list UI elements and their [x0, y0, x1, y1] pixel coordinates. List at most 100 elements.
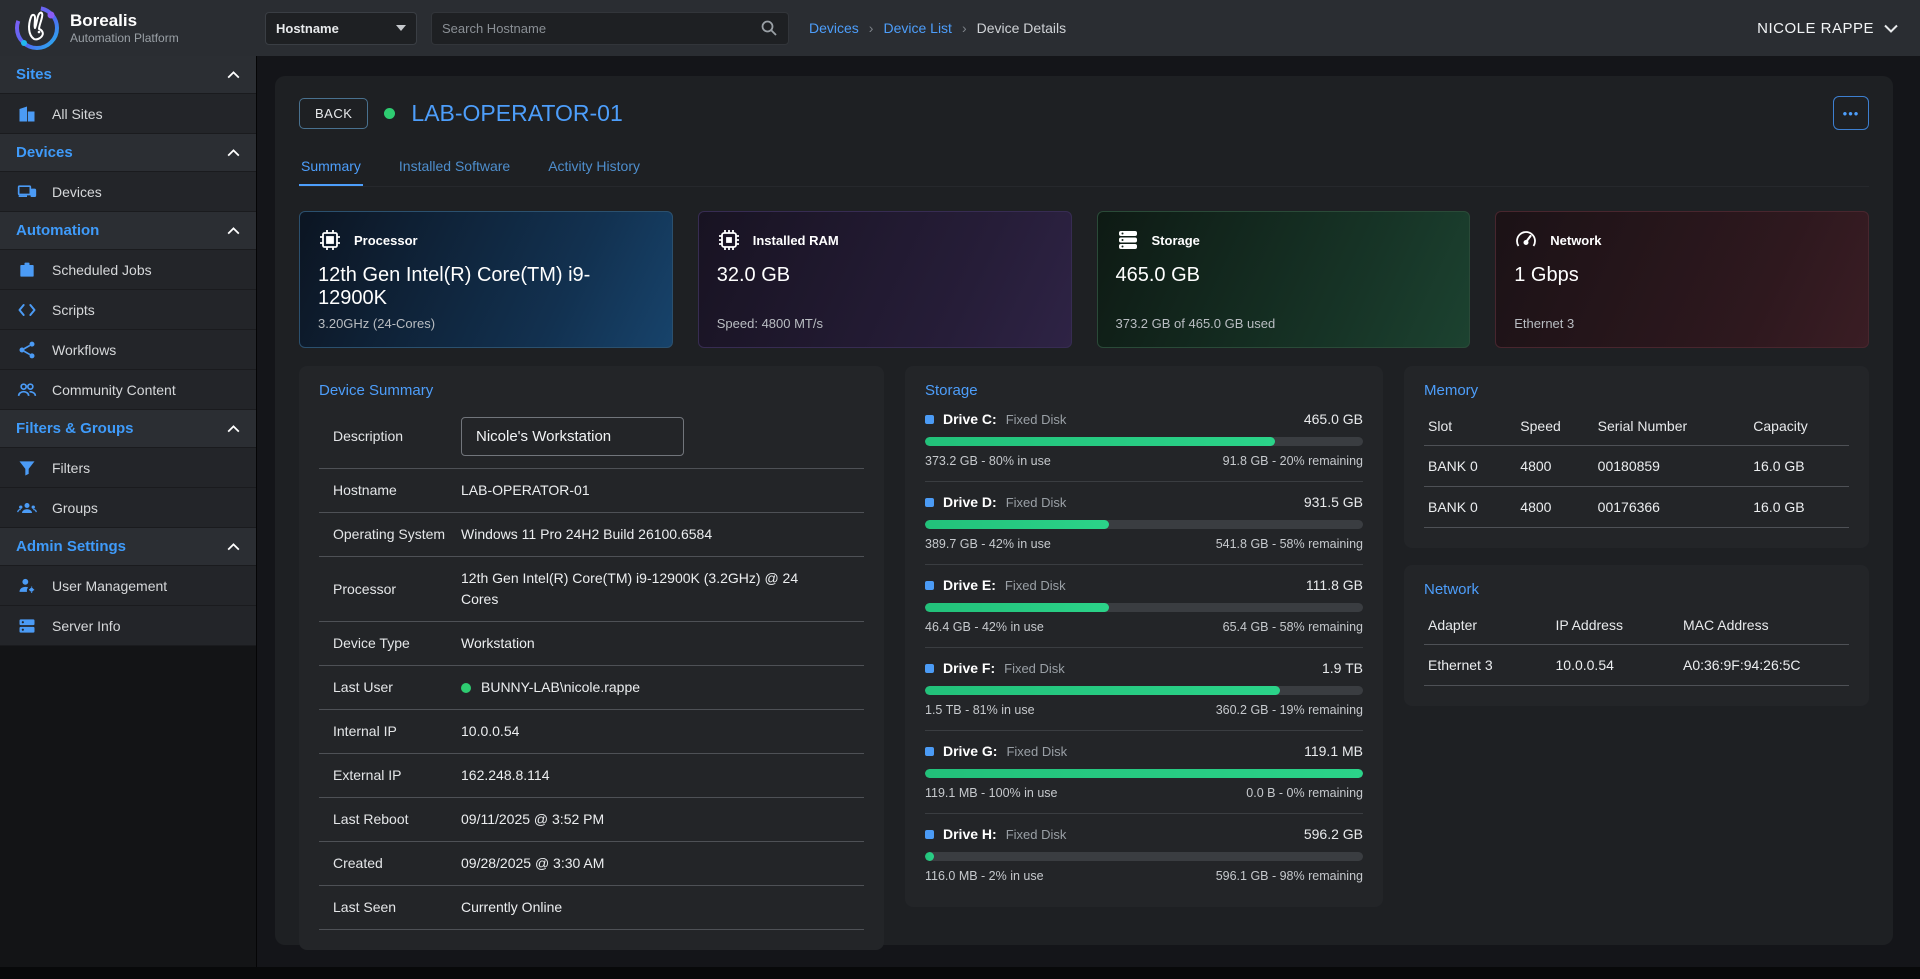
drive-row-c: Drive C: Fixed Disk 465.0 GB 373.2 GB - …: [925, 399, 1363, 482]
memory-row: BANK 0 4800 00176366 16.0 GB: [1424, 487, 1849, 528]
ram-card: Installed RAM 32.0 GB Speed: 4800 MT/s: [698, 211, 1072, 348]
drive-remaining-label: 91.8 GB - 20% remaining: [1223, 454, 1363, 468]
sidebar-item-scheduled-jobs[interactable]: Scheduled Jobs: [0, 250, 256, 290]
stat-card-label: Storage: [1152, 233, 1200, 248]
drive-icon: [925, 664, 934, 673]
stat-card-value: 32.0 GB: [717, 264, 1053, 287]
memory-panel-title: Memory: [1424, 382, 1849, 399]
device-title: LAB-OPERATOR-01: [411, 100, 622, 127]
user-gear-icon: [16, 575, 38, 597]
description-input[interactable]: [461, 417, 684, 456]
sidebar-item-server-info[interactable]: Server Info: [0, 606, 256, 646]
sidebar-section-label: Devices: [16, 144, 73, 161]
column-header-serial: Serial Number: [1594, 409, 1750, 446]
drive-type: Fixed Disk: [1006, 827, 1067, 842]
sidebar-item-groups[interactable]: Groups: [0, 488, 256, 528]
disks-icon: [1116, 228, 1140, 252]
search-input[interactable]: [442, 21, 760, 36]
search-box[interactable]: [431, 12, 789, 45]
top-bar: Borealis Automation Platform Hostname De…: [0, 0, 1920, 56]
sidebar-section-filters-groups[interactable]: Filters & Groups: [0, 410, 256, 448]
hostname-filter-value: Hostname: [276, 21, 339, 36]
rabbit-logo-icon: [14, 5, 60, 51]
more-options-button[interactable]: •••: [1833, 96, 1869, 130]
back-button[interactable]: BACK: [299, 98, 368, 129]
drive-name: Drive F:: [943, 660, 995, 676]
sidebar-item-label: Community Content: [52, 382, 176, 398]
tab-installed-software[interactable]: Installed Software: [397, 150, 512, 186]
tab-summary[interactable]: Summary: [299, 150, 363, 186]
row-value: 162.248.8.114: [461, 765, 862, 786]
sidebar-item-community-content[interactable]: Community Content: [0, 370, 256, 410]
sidebar-item-user-management[interactable]: User Management: [0, 566, 256, 606]
row-label: External IP: [333, 766, 461, 785]
drive-type: Fixed Disk: [1005, 578, 1066, 593]
tab-activity-history[interactable]: Activity History: [546, 150, 642, 186]
sidebar-item-label: Workflows: [52, 342, 116, 358]
summary-row-description: Description: [319, 413, 864, 469]
drive-used-label: 119.1 MB - 100% in use: [925, 786, 1057, 800]
user-menu[interactable]: NICOLE RAPPE: [1757, 20, 1898, 37]
row-label: Created: [333, 854, 461, 873]
sidebar-section-label: Filters & Groups: [16, 420, 134, 437]
filter-icon: [16, 457, 38, 479]
row-value: Currently Online: [461, 897, 862, 918]
sidebar-section-sites[interactable]: Sites: [0, 56, 256, 94]
brand-logo: Borealis Automation Platform: [0, 5, 257, 51]
row-label: Internal IP: [333, 722, 461, 741]
drive-used-label: 116.0 MB - 2% in use: [925, 869, 1044, 883]
chevron-up-icon: [227, 149, 240, 157]
drive-usage-bar: [925, 603, 1363, 612]
sidebar-section-devices[interactable]: Devices: [0, 134, 256, 172]
drive-used-label: 373.2 GB - 80% in use: [925, 454, 1051, 468]
drive-used-label: 1.5 TB - 81% in use: [925, 703, 1035, 717]
stat-card-label: Network: [1550, 233, 1601, 248]
chevron-up-icon: [227, 227, 240, 235]
breadcrumb-devices[interactable]: Devices: [809, 20, 859, 36]
breadcrumb-device-list[interactable]: Device List: [883, 20, 951, 36]
stat-card-value: 465.0 GB: [1116, 264, 1452, 287]
sidebar-item-label: Groups: [52, 500, 98, 516]
memory-table: Slot Speed Serial Number Capacity BANK 0…: [1424, 409, 1849, 528]
stat-card-row: Processor 12th Gen Intel(R) Core(TM) i9-…: [299, 211, 1869, 348]
stat-card-footer: Ethernet 3: [1514, 316, 1850, 331]
device-online-dot: [384, 108, 395, 119]
sidebar-item-label: All Sites: [52, 106, 103, 122]
chevron-down-icon: [1884, 24, 1898, 33]
drive-usage-bar: [925, 852, 1363, 861]
user-name: NICOLE RAPPE: [1757, 20, 1874, 37]
sidebar-section-admin-settings[interactable]: Admin Settings: [0, 528, 256, 566]
drive-type: Fixed Disk: [1006, 744, 1067, 759]
stat-card-footer: Speed: 4800 MT/s: [717, 316, 1053, 331]
sidebar-item-all-sites[interactable]: All Sites: [0, 94, 256, 134]
ram-icon: [717, 228, 741, 252]
row-label: Last Seen: [333, 898, 461, 917]
device-summary-panel: Device Summary Description Hostname LAB-…: [299, 366, 884, 950]
drive-type: Fixed Disk: [1004, 661, 1065, 676]
sidebar-item-workflows[interactable]: Workflows: [0, 330, 256, 370]
search-icon: [760, 19, 778, 37]
sidebar-item-filters[interactable]: Filters: [0, 448, 256, 488]
sidebar-item-label: User Management: [52, 578, 167, 594]
hostname-filter-select[interactable]: Hostname: [265, 12, 417, 45]
breadcrumb-separator: ›: [962, 20, 967, 36]
summary-row-operating-system: Operating System Windows 11 Pro 24H2 Bui…: [319, 513, 864, 557]
drive-icon: [925, 415, 934, 424]
sidebar-item-label: Scripts: [52, 302, 95, 318]
sidebar-section-automation[interactable]: Automation: [0, 212, 256, 250]
sidebar-item-label: Devices: [52, 184, 102, 200]
storage-card: Storage 465.0 GB 373.2 GB of 465.0 GB us…: [1097, 211, 1471, 348]
network-row: Ethernet 3 10.0.0.54 A0:36:9F:94:26:5C: [1424, 645, 1849, 686]
sidebar-item-devices[interactable]: Devices: [0, 172, 256, 212]
summary-row-internal-ip: Internal IP 10.0.0.54: [319, 710, 864, 754]
drive-used-label: 389.7 GB - 42% in use: [925, 537, 1051, 551]
drive-row-d: Drive D: Fixed Disk 931.5 GB 389.7 GB - …: [925, 482, 1363, 565]
memory-panel: Memory Slot Speed Serial Number Capacity: [1404, 366, 1869, 548]
drive-usage-bar: [925, 769, 1363, 778]
sidebar-item-scripts[interactable]: Scripts: [0, 290, 256, 330]
storage-panel: Storage Drive C: Fixed Disk 465.0 GB 373…: [905, 366, 1383, 907]
workflow-icon: [16, 339, 38, 361]
drive-usage-bar: [925, 437, 1363, 446]
drive-remaining-label: 360.2 GB - 19% remaining: [1216, 703, 1363, 717]
drive-size: 931.5 GB: [1304, 494, 1363, 510]
